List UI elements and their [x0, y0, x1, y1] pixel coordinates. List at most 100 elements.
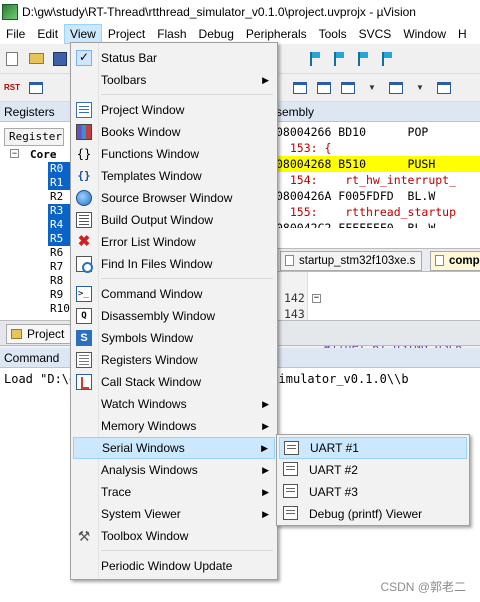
menu-item-disassembly-window[interactable]: Q Disassembly Window: [73, 305, 275, 327]
chevron-down-icon-2: ▼: [416, 83, 424, 92]
reset-icon: RST: [4, 82, 20, 92]
clear-bookmarks-button[interactable]: [378, 49, 398, 69]
disassembly-source-line[interactable]: 153: {: [272, 140, 480, 156]
submenu-item-label: UART #1: [310, 441, 359, 455]
save-icon: [53, 51, 67, 66]
submenu-item-uart3[interactable]: UART #3: [279, 481, 467, 503]
menu-tools[interactable]: Tools: [313, 24, 353, 44]
register-r5[interactable]: R5: [48, 232, 70, 246]
menu-item-status-bar[interactable]: ✓ Status Bar: [73, 47, 275, 69]
watch-dropdown[interactable]: ▼: [362, 78, 382, 98]
menu-item-error-list-window[interactable]: ✖ Error List Window: [73, 231, 275, 253]
menu-item-templates-window[interactable]: {} Templates Window: [73, 165, 275, 187]
fold-collapse-icon[interactable]: −: [312, 294, 321, 303]
submenu-arrow-icon-2: ▶: [262, 399, 269, 409]
menu-view[interactable]: View: [64, 24, 102, 44]
disassembly-current-line[interactable]: 08004268 B510 PUSH: [272, 156, 480, 172]
menu-item-label: Functions Window: [101, 147, 200, 161]
registers-window-icon: [293, 81, 307, 94]
register-r4[interactable]: R4: [48, 218, 70, 232]
register-r0[interactable]: R0: [48, 162, 70, 176]
register-r6[interactable]: R6: [48, 246, 70, 260]
call-stack-icon: [76, 374, 92, 390]
menu-item-analysis-windows[interactable]: Analysis Windows ▶: [73, 459, 275, 481]
disassembly-line[interactable]: 08004266 BD10 POP: [272, 124, 480, 140]
serial-window-button[interactable]: [434, 78, 454, 98]
bookmark-button[interactable]: [306, 49, 326, 69]
menu-item-toolbox-window[interactable]: ⚒ Toolbox Window: [73, 525, 275, 547]
menu-item-command-window[interactable]: >_ Command Window: [73, 283, 275, 305]
menu-item-periodic-window-update[interactable]: Periodic Window Update: [73, 555, 275, 577]
menu-item-label: Build Output Window: [101, 213, 214, 227]
tab-startup-file[interactable]: startup_stm32f103xe.s: [280, 251, 423, 271]
menu-peripherals[interactable]: Peripherals: [240, 24, 313, 44]
register-group-core[interactable]: Core: [30, 148, 57, 161]
menu-flash[interactable]: Flash: [151, 24, 192, 44]
memory-window-button[interactable]: [386, 78, 406, 98]
menu-item-registers-window[interactable]: Registers Window: [73, 349, 275, 371]
menu-item-system-viewer[interactable]: System Viewer ▶: [73, 503, 275, 525]
menu-item-label: Call Stack Window: [101, 375, 202, 389]
prev-bookmark-button[interactable]: [330, 49, 350, 69]
menu-item-books-window[interactable]: Books Window: [73, 121, 275, 143]
code-line[interactable]: 142: [272, 274, 480, 305]
register-r8[interactable]: R8: [48, 274, 70, 288]
menu-item-watch-windows[interactable]: Watch Windows ▶: [73, 393, 275, 415]
register-r1[interactable]: R1: [48, 176, 70, 190]
menu-item-label: Symbols Window: [101, 331, 194, 345]
menu-bar: File Edit View Project Flash Debug Perip…: [0, 24, 480, 44]
register-r9[interactable]: R9: [48, 288, 70, 302]
code-editor[interactable]: 142 143 − #ifdef RT_USING_USER 144: [272, 272, 480, 354]
submenu-item-uart1[interactable]: UART #1: [279, 437, 467, 459]
menu-item-build-output-window[interactable]: Build Output Window: [73, 209, 275, 231]
code-line-2[interactable]: 143 − #ifdef RT_USING_USER: [272, 290, 480, 354]
menu-item-project-window[interactable]: Project Window: [73, 99, 275, 121]
watch-window-button[interactable]: [338, 78, 358, 98]
memory-dropdown[interactable]: ▼: [410, 78, 430, 98]
submenu-item-uart2[interactable]: UART #2: [279, 459, 467, 481]
register-r3[interactable]: R3: [48, 204, 70, 218]
open-file-button[interactable]: [26, 49, 46, 69]
menu-item-toolbars[interactable]: Toolbars ▶: [73, 69, 275, 91]
menu-item-memory-windows[interactable]: Memory Windows ▶: [73, 415, 275, 437]
menu-item-serial-windows[interactable]: Serial Windows ▶: [73, 437, 275, 459]
menu-item-functions-window[interactable]: {} Functions Window: [73, 143, 275, 165]
disassembly-source-line-3[interactable]: 155: rtthread_startup: [272, 204, 480, 220]
call-stack-button[interactable]: [314, 78, 334, 98]
next-bookmark-button[interactable]: [354, 49, 374, 69]
tree-collapse-icon[interactable]: −: [10, 149, 19, 158]
submenu-arrow-icon-3: ▶: [262, 421, 269, 431]
menu-window[interactable]: Window: [397, 24, 452, 44]
menu-file[interactable]: File: [0, 24, 31, 44]
reset-button[interactable]: RST: [2, 78, 22, 98]
submenu-item-label: UART #3: [309, 485, 358, 499]
menu-item-trace[interactable]: Trace ▶: [73, 481, 275, 503]
menu-item-find-in-files-window[interactable]: Find In Files Window: [73, 253, 275, 275]
disassembly-line-3[interactable]: 080042C2 FFFFFFF0 BL.W: [272, 220, 480, 228]
register-column-header[interactable]: Register: [4, 128, 64, 146]
register-r2[interactable]: R2: [48, 190, 70, 204]
menu-item-label: Find In Files Window: [101, 257, 213, 271]
tab-project[interactable]: Project: [6, 324, 72, 344]
menu-item-source-browser-window[interactable]: Source Browser Window: [73, 187, 275, 209]
menu-item-label: Periodic Window Update: [101, 559, 233, 573]
menu-item-call-stack-window[interactable]: Call Stack Window: [73, 371, 275, 393]
menu-svcs[interactable]: SVCS: [353, 24, 398, 44]
save-button[interactable]: [50, 49, 70, 69]
menu-item-label: Toolbars: [101, 73, 147, 87]
menu-help[interactable]: H: [452, 24, 473, 44]
tab-components-file[interactable]: comp: [430, 251, 480, 271]
register-r7[interactable]: R7: [48, 260, 70, 274]
menu-edit[interactable]: Edit: [31, 24, 64, 44]
menu-project[interactable]: Project: [102, 24, 151, 44]
disassembly-source-line-2[interactable]: 154: rt_hw_interrupt_: [272, 172, 480, 188]
submenu-item-debug-printf-viewer[interactable]: Debug (printf) Viewer: [279, 503, 467, 525]
menu-debug[interactable]: Debug: [193, 24, 240, 44]
registers-window-button[interactable]: [290, 78, 310, 98]
menu-item-symbols-window[interactable]: S Symbols Window: [73, 327, 275, 349]
run-button[interactable]: [26, 78, 46, 98]
command-window-icon: >_: [76, 286, 92, 302]
new-file-button[interactable]: [2, 49, 22, 69]
disassembly-line-2[interactable]: 0800426A F005FDFD BL.W: [272, 188, 480, 204]
uvision-app-icon: [2, 4, 18, 20]
